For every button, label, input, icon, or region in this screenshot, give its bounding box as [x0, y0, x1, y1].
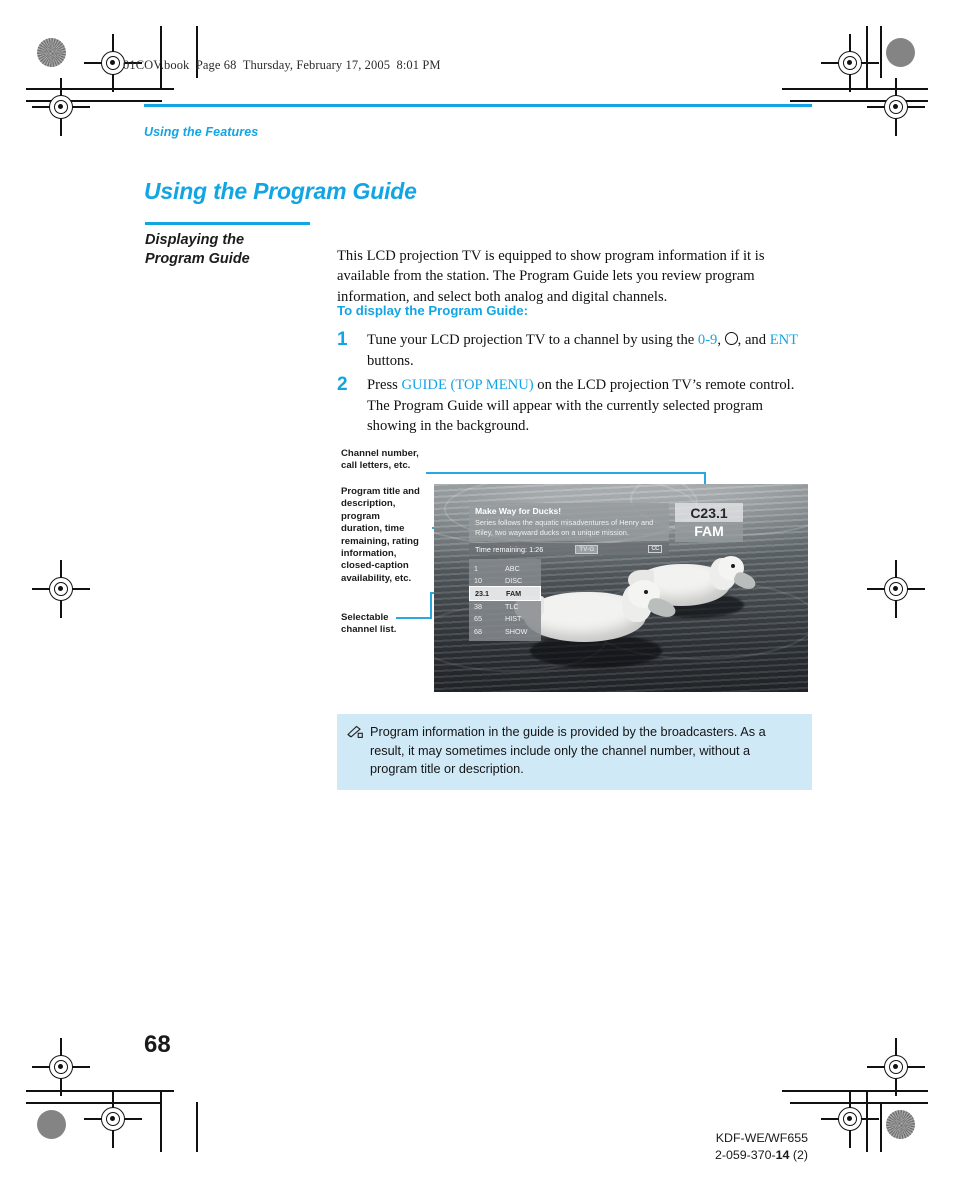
running-head-filename: 01COV.book Page 68 Thursday, February 17… — [123, 58, 441, 72]
channel-knob-icon — [724, 332, 738, 345]
step-1-mid2: , and — [737, 332, 770, 348]
osd-channel-row-call: DISC — [505, 575, 523, 585]
document-number: 2-059-370-14 (2) — [715, 1147, 808, 1164]
osd-channel-row-call: TLC — [505, 602, 519, 612]
step-1-keyword-digits: 0-9 — [697, 332, 718, 348]
crop-mark-tr-v2 — [880, 26, 882, 78]
registration-mark-middle-left — [32, 560, 90, 618]
crop-mark-tl-v — [160, 26, 162, 88]
osd-channel-row[interactable]: 1 ABC — [469, 562, 541, 574]
color-patch-bottom-right — [886, 1110, 915, 1139]
duck-front-eye — [644, 590, 648, 594]
registration-mark-lower-left — [32, 1038, 90, 1096]
callout-channel-number: Channel number, call letters, etc. — [341, 448, 419, 472]
callout-program-info: Program title and description, program d… — [341, 486, 420, 584]
step-2-number: 2 — [337, 374, 348, 395]
osd-channel-row-number: 68 — [474, 626, 482, 636]
color-patch-top-right — [886, 38, 915, 67]
osd-channel-row[interactable]: 68 SHOW — [469, 625, 541, 637]
doc-number-revision: 14 — [775, 1148, 790, 1162]
callout-channel-list: Selectable channel list. — [341, 612, 397, 636]
model-number: KDF-WE/WF655 — [715, 1131, 808, 1145]
registration-mark-middle-right — [867, 560, 925, 618]
leader-line-channel-h — [426, 472, 706, 474]
osd-channel-row[interactable]: 65 HIST — [469, 613, 541, 625]
crop-mark-br-h — [782, 1090, 928, 1092]
note-text: Program information in the guide is prov… — [370, 725, 766, 776]
step-2-text: Press GUIDE (TOP MENU) on the LCD projec… — [367, 375, 812, 437]
osd-program-description: Series follows the aquatic misadventures… — [475, 518, 654, 537]
crop-mark-bl-v — [160, 1090, 162, 1152]
osd-time-remaining: Time remaining: 1:26 — [475, 544, 544, 554]
section-rule — [145, 222, 310, 225]
osd-channel-row[interactable]: 10 DISC — [469, 574, 541, 586]
registration-mark-upper-right — [867, 78, 925, 136]
osd-channel-row-number: 38 — [474, 602, 482, 612]
osd-channel-row[interactable]: 38 TLC — [469, 601, 541, 613]
header-rule — [144, 104, 812, 107]
procedure-subhead: To display the Program Guide: — [337, 303, 528, 318]
leader-line-list-h1 — [396, 617, 432, 619]
document-footer: KDF-WE/WF655 2-059-370-14 (2) — [715, 1130, 808, 1164]
pencil-note-icon — [347, 723, 363, 779]
osd-channel-row-selected[interactable]: 23.1 FAM — [469, 586, 541, 601]
crop-mark-bl-h2 — [26, 1102, 162, 1104]
osd-channel-callsign: FAM — [675, 522, 743, 542]
osd-channel-number: C23.1 — [675, 503, 743, 522]
osd-channel-row-call: SHOW — [505, 626, 528, 636]
step-1-keyword-ent: ENT — [769, 332, 798, 348]
color-patch-bottom-left — [37, 1110, 66, 1139]
osd-channel-row-number: 1 — [474, 563, 478, 573]
crop-mark-bl-v2 — [196, 1102, 198, 1152]
osd-program-info-panel: Make Way for Ducks! Series follows the a… — [469, 503, 669, 542]
step-2-pre: Press — [367, 377, 402, 393]
registration-mark-bottom-left — [84, 1090, 142, 1148]
section-heading-line2: Program Guide — [145, 251, 250, 267]
registration-mark-upper-left — [32, 78, 90, 136]
duck-front — [514, 580, 688, 648]
osd-channel-identifier: C23.1 FAM — [675, 503, 743, 542]
intro-paragraph: This LCD projection TV is equipped to sh… — [337, 247, 765, 305]
crop-mark-br-v2 — [880, 1102, 882, 1152]
color-patch-top-left — [37, 38, 66, 67]
step-1-post: buttons. — [367, 352, 414, 369]
step-2-keyword-guide: GUIDE (TOP MENU) — [401, 377, 534, 393]
page-number: 68 — [144, 1031, 171, 1058]
osd-channel-row-number: 10 — [474, 575, 482, 585]
step-2: 2 Press GUIDE (TOP MENU) on the LCD proj… — [337, 375, 812, 437]
crop-mark-bl-h — [26, 1090, 174, 1092]
duck-back-bill — [732, 569, 758, 593]
closed-caption-icon: CC — [648, 545, 662, 553]
doc-number-prefix: 2-059-370- — [714, 1148, 776, 1162]
osd-channel-row-call: ABC — [505, 563, 520, 573]
registration-mark-top-right — [821, 34, 879, 92]
duck-front-bill — [646, 595, 678, 621]
section-heading: Displaying the Program Guide — [145, 231, 335, 269]
tv-screenshot: Make Way for Ducks! Series follows the a… — [434, 484, 808, 692]
step-1-number: 1 — [337, 329, 348, 350]
osd-rating-badge: TV-G — [575, 544, 599, 554]
note-box: Program information in the guide is prov… — [337, 714, 812, 790]
osd-channel-row-number: 65 — [474, 614, 482, 624]
leader-line-list-v — [430, 592, 432, 619]
step-1-text: Tune your LCD projection TV to a channel… — [367, 330, 812, 371]
osd-channel-row-call: HIST — [505, 614, 522, 624]
step-1-pre: Tune your LCD projection TV to a channel… — [367, 332, 698, 348]
osd-channel-list[interactable]: 1 ABC 10 DISC 23.1 FAM 38 TLC 65 HIST 68… — [469, 559, 541, 642]
osd-program-title: Make Way for Ducks! — [475, 506, 562, 516]
step-1-mid: , — [717, 332, 725, 348]
registration-mark-lower-right — [867, 1038, 925, 1096]
registration-mark-bottom-right — [821, 1090, 879, 1148]
osd-channel-row-number: 23.1 — [475, 588, 489, 598]
duck-back-eye — [731, 564, 735, 568]
section-heading-line1: Displaying the — [145, 232, 245, 248]
chapter-eyebrow: Using the Features — [144, 125, 259, 139]
osd-status-bar: Time remaining: 1:26 TV-G CC — [469, 543, 669, 555]
osd-channel-row-call: FAM — [506, 588, 522, 598]
page-title: Using the Program Guide — [144, 178, 417, 205]
doc-number-suffix: (2) — [789, 1148, 808, 1162]
step-1: 1 Tune your LCD projection TV to a chann… — [337, 330, 812, 371]
